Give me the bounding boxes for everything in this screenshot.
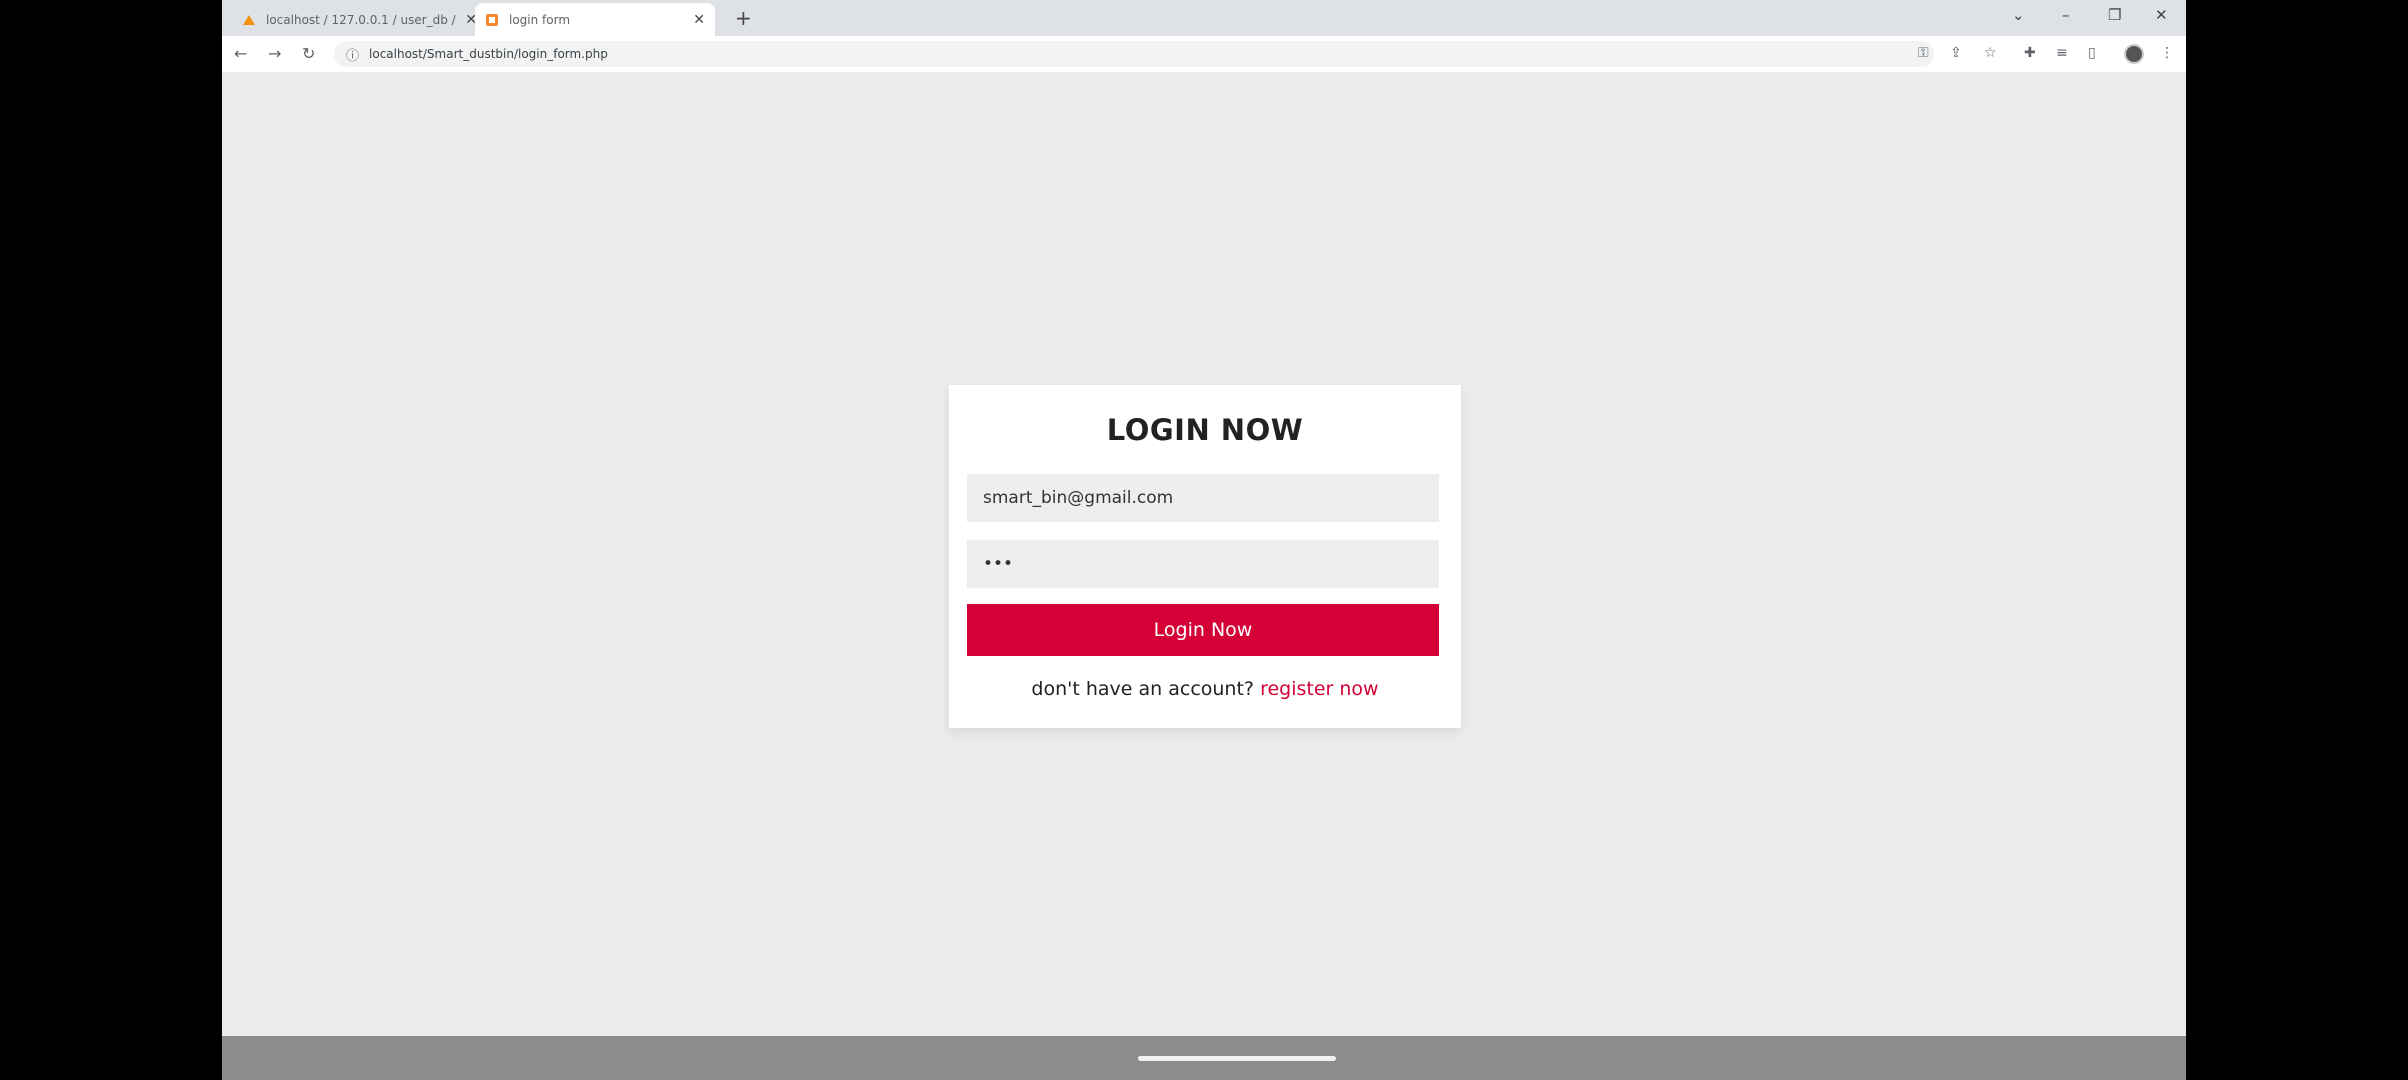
tab-title: login form [509, 12, 571, 27]
menu-kebab-icon[interactable]: ⋮ [2160, 45, 2174, 61]
register-prompt-text: don't have an account? [1031, 678, 1255, 700]
password-key-icon[interactable]: ⚿ [1918, 45, 1929, 61]
site-info-icon[interactable]: ⓘ [346, 45, 359, 64]
password-field[interactable] [967, 540, 1439, 588]
system-navigation-bar [222, 1036, 2186, 1080]
close-window-icon[interactable]: ✕ [2155, 6, 2168, 24]
tab-search-icon[interactable]: ⌄ [2012, 6, 2025, 24]
email-field[interactable] [967, 474, 1439, 522]
tab-title: localhost / 127.0.0.1 / user_db / ... [266, 12, 460, 27]
home-gesture-handle[interactable] [1138, 1056, 1336, 1061]
page-favicon-icon [486, 13, 498, 26]
new-tab-button[interactable]: + [735, 6, 752, 30]
url-text: localhost/Smart_dustbin/login_form.php [369, 47, 608, 61]
share-icon[interactable]: ⇪ [1950, 45, 1962, 61]
register-prompt: don't have an account? register now [949, 678, 1461, 700]
browser-tab-strip: localhost / 127.0.0.1 / user_db / ... ✕ … [222, 0, 2186, 36]
back-icon[interactable]: ← [234, 44, 247, 63]
close-tab-icon[interactable]: ✕ [693, 12, 705, 28]
login-submit-button[interactable]: Login Now [967, 604, 1439, 656]
minimize-icon[interactable]: – [2062, 6, 2070, 24]
tab-login-form[interactable]: login form ✕ [475, 3, 715, 36]
login-form-card: LOGIN NOW Login Now don't have an accoun… [949, 385, 1461, 728]
forward-icon[interactable]: → [268, 44, 281, 63]
profile-avatar[interactable] [2124, 44, 2144, 64]
extensions-icon[interactable]: ✚ [2024, 45, 2036, 61]
media-icon[interactable]: ≡ [2056, 45, 2068, 61]
phpmyadmin-icon [243, 14, 255, 25]
restore-icon[interactable]: ❐ [2108, 6, 2121, 24]
register-link[interactable]: register now [1260, 678, 1379, 700]
bookmark-star-icon[interactable]: ☆ [1984, 45, 1997, 61]
device-screen: localhost / 127.0.0.1 / user_db / ... ✕ … [222, 0, 2186, 1080]
login-heading: LOGIN NOW [1106, 413, 1304, 447]
side-panel-icon[interactable]: ▯ [2088, 45, 2096, 61]
address-bar[interactable]: ⓘ localhost/Smart_dustbin/login_form.php [334, 41, 1934, 67]
browser-toolbar: ← → ↻ ⓘ localhost/Smart_dustbin/login_fo… [222, 36, 2186, 72]
reload-icon[interactable]: ↻ [302, 44, 315, 63]
tab-phpmyadmin[interactable]: localhost / 127.0.0.1 / user_db / ... ✕ [232, 3, 487, 36]
